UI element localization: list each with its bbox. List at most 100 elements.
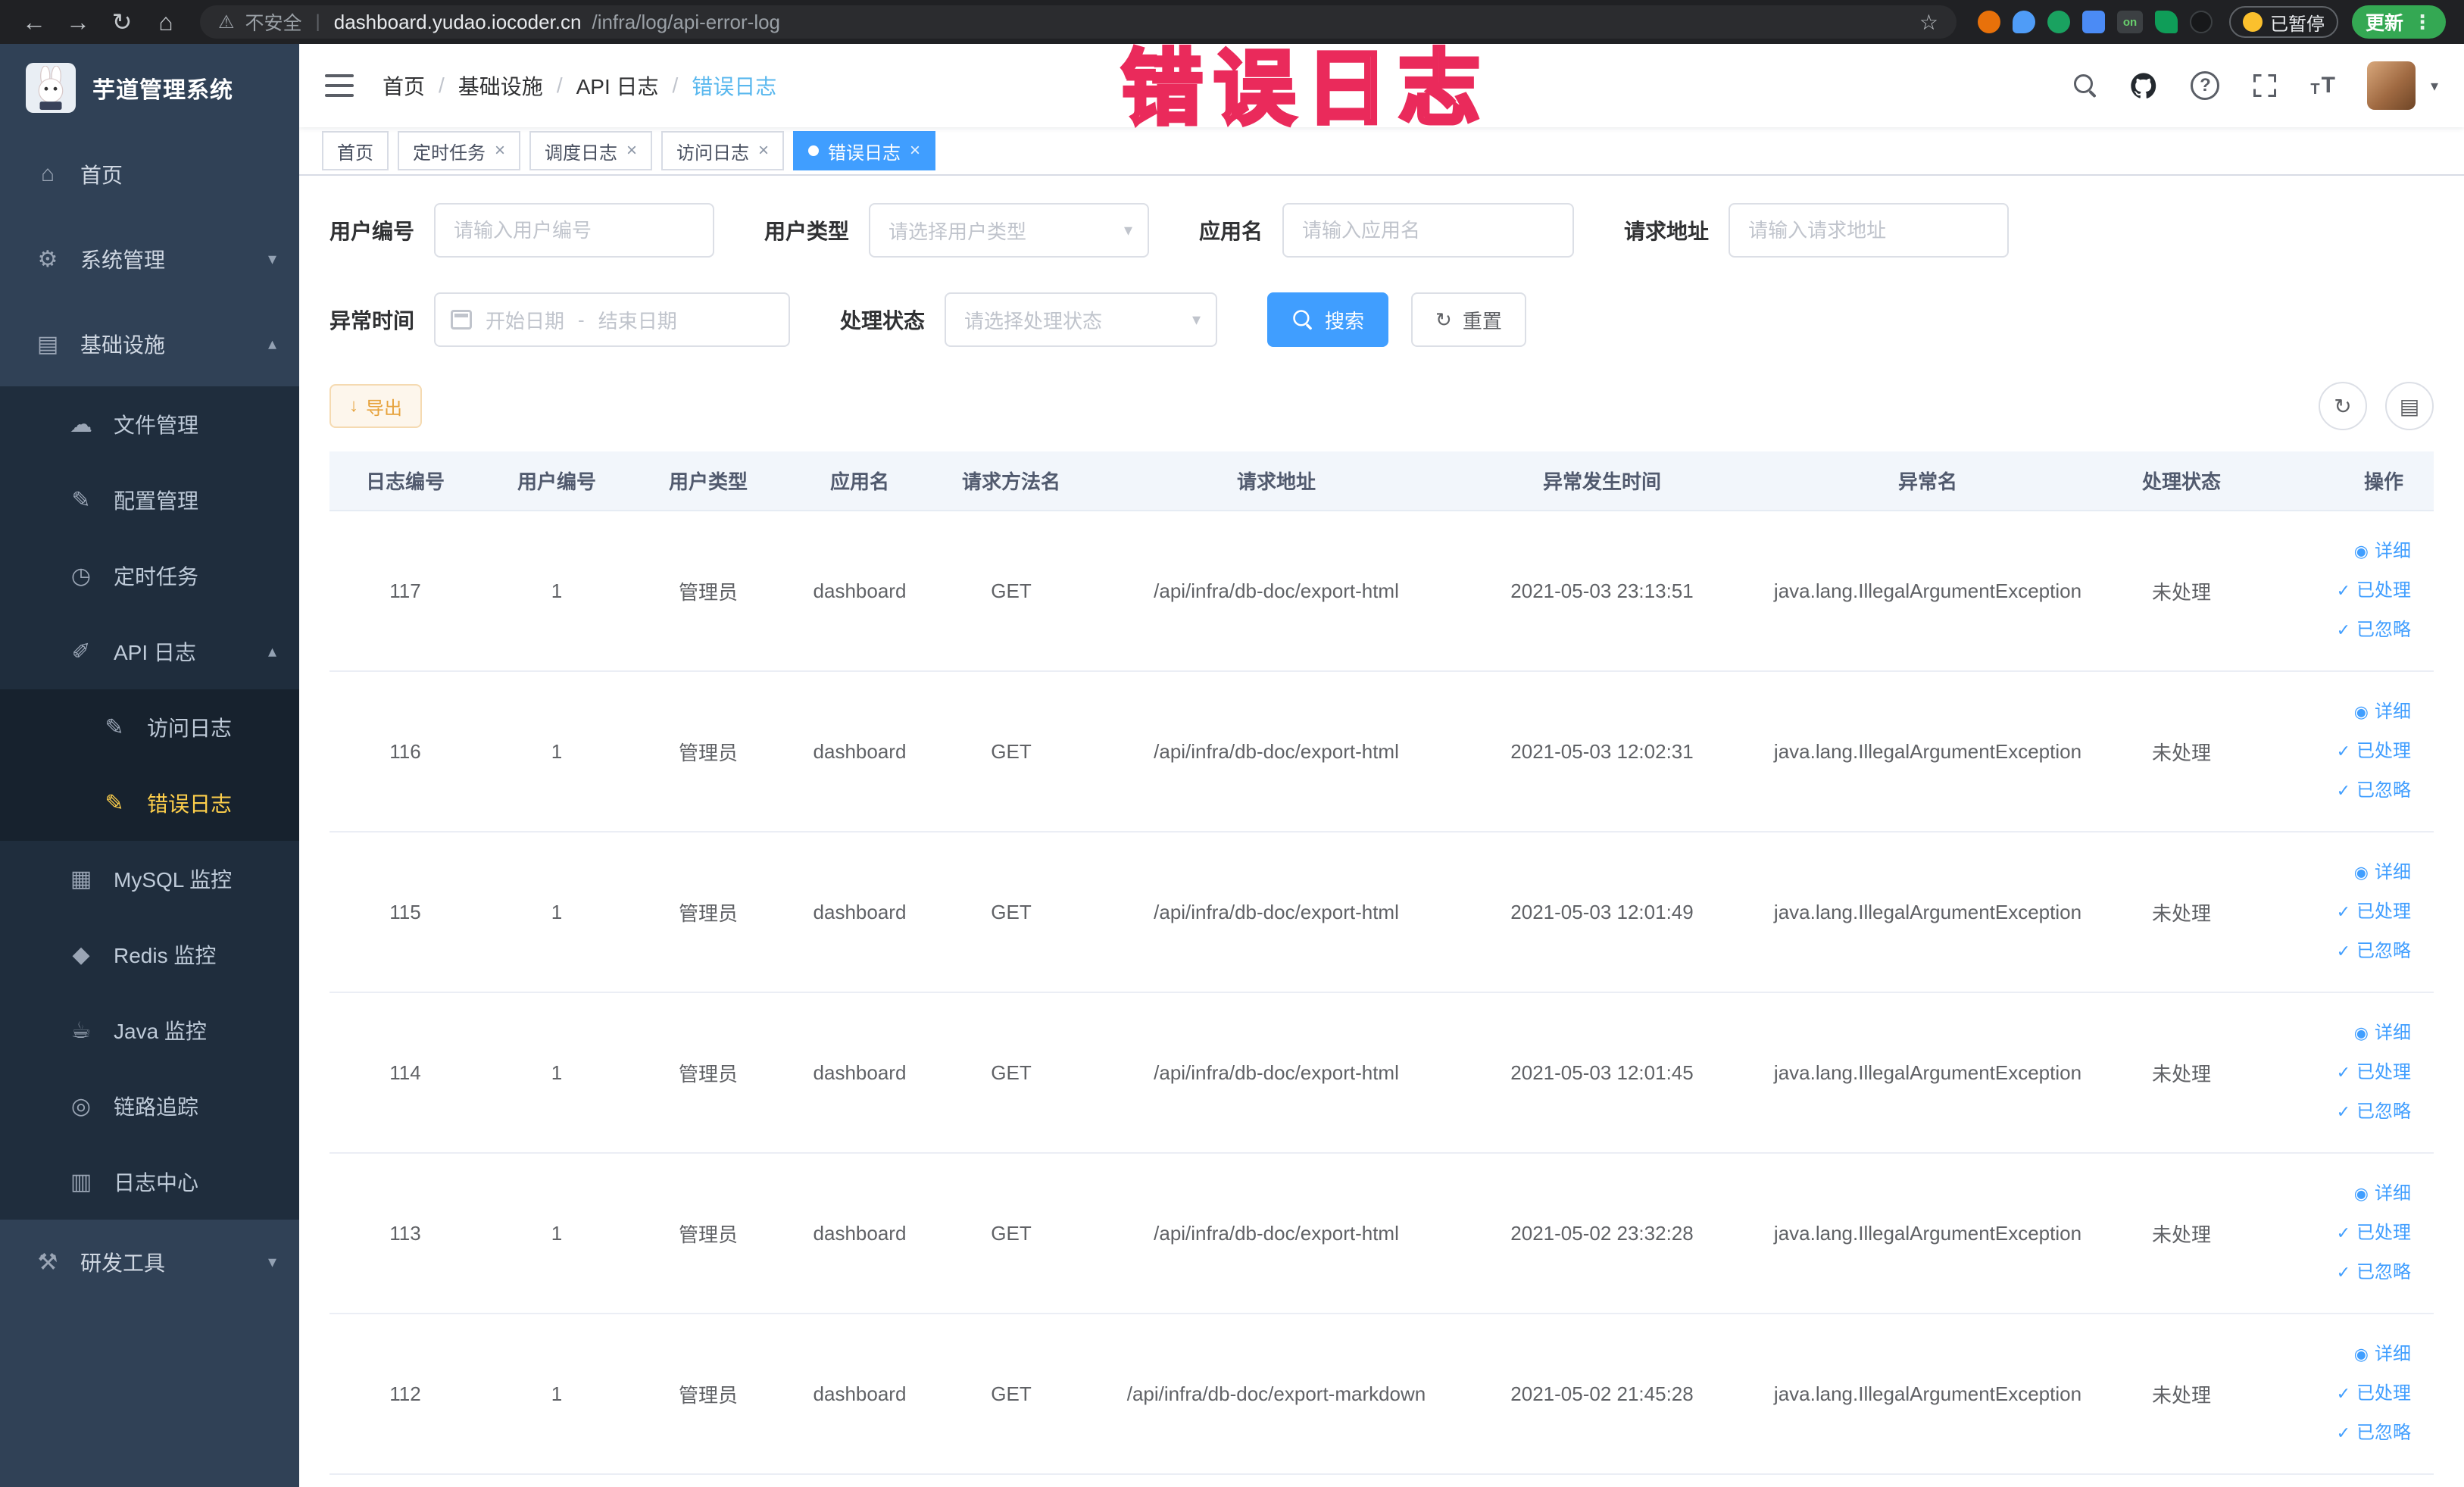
breadcrumb-separator: / <box>439 73 445 97</box>
reset-button[interactable]: ↻ 重置 <box>1411 292 1526 347</box>
ignored-link[interactable]: ✓ 已忽略 <box>2246 1253 2411 1292</box>
sidebar-item-scheduled-tasks[interactable]: ◷ 定时任务 <box>0 538 299 614</box>
browser-back-button[interactable]: ← <box>14 5 55 39</box>
github-icon[interactable] <box>2128 70 2159 101</box>
sidebar-item-label: API 日志 <box>114 641 196 664</box>
close-icon[interactable]: × <box>910 140 920 161</box>
breadcrumb-api-log[interactable]: API 日志 <box>576 70 659 101</box>
check-icon: ✓ <box>2336 942 2350 961</box>
filter-app-name: 应用名 <box>1199 203 1575 258</box>
app-logo[interactable]: 芋道管理系统 <box>0 44 299 132</box>
sidebar-item-redis-monitor[interactable]: ◆ Redis 监控 <box>0 917 299 992</box>
tab-dispatch-log[interactable]: 调度日志 × <box>529 131 653 170</box>
user-type-cell: 管理员 <box>632 671 784 833</box>
sidebar-item-mysql-monitor[interactable]: ▦ MySQL 监控 <box>0 841 299 917</box>
browser-update-button[interactable]: 更新 ⋮ <box>2351 5 2446 39</box>
processed-link[interactable]: ✓ 已处理 <box>2246 1214 2411 1253</box>
extension-blue-drop-icon[interactable] <box>2012 11 2035 33</box>
ignored-link[interactable]: ✓ 已忽略 <box>2246 611 2411 650</box>
detail-link[interactable]: ◉ 详细 <box>2246 532 2411 571</box>
tab-label: 首页 <box>337 142 373 164</box>
fullscreen-icon[interactable] <box>2251 72 2278 99</box>
filter-request-url: 请求地址 <box>1624 203 2010 258</box>
refresh-table-button[interactable]: ↻ <box>2319 382 2367 430</box>
help-icon[interactable]: ? <box>2191 71 2220 100</box>
detail-link[interactable]: ◉ 详细 <box>2246 1174 2411 1214</box>
app-name-input[interactable] <box>1282 203 1575 258</box>
paused-badge[interactable]: 已暂停 <box>2228 6 2338 38</box>
detail-link[interactable]: ◉ 详细 <box>2246 692 2411 732</box>
user-id-input[interactable] <box>434 203 715 258</box>
browser-reload-button[interactable]: ↻ <box>101 5 142 39</box>
error-log-table: 日志编号 用户编号 用户类型 应用名 请求方法名 请求地址 异常发生时间 异常名… <box>329 451 2434 1475</box>
processed-link[interactable]: ✓ 已处理 <box>2246 571 2411 611</box>
browser-menu-icon[interactable]: ⋮ <box>2412 11 2432 34</box>
breadcrumb-home[interactable]: 首页 <box>383 70 425 101</box>
search-button[interactable]: 搜索 <box>1267 292 1389 347</box>
sidebar-item-access-log[interactable]: ✎ 访问日志 <box>0 689 299 765</box>
ignored-link[interactable]: ✓ 已忽略 <box>2246 1414 2411 1453</box>
column-settings-button[interactable]: ▤ <box>2385 382 2434 430</box>
log-center-icon: ▥ <box>70 1169 92 1195</box>
request-url-input[interactable] <box>1729 203 2010 258</box>
exception-time-range-picker[interactable]: 开始日期 - 结束日期 <box>434 292 791 347</box>
sidebar-item-file-management[interactable]: ☁ 文件管理 <box>0 386 299 462</box>
tab-scheduled-tasks[interactable]: 定时任务 × <box>398 131 521 170</box>
extension-blue-grid-icon[interactable] <box>2081 11 2105 33</box>
user-type-select[interactable]: 请选择用户类型 ▾ <box>869 203 1150 258</box>
tab-home[interactable]: 首页 <box>322 131 389 170</box>
close-icon[interactable]: × <box>758 140 769 161</box>
sidebar-item-infrastructure[interactable]: ▤ 基础设施 ▴ <box>0 301 299 386</box>
tab-error-log[interactable]: 错误日志 × <box>793 131 936 170</box>
ignored-link[interactable]: ✓ 已忽略 <box>2246 932 2411 971</box>
breadcrumb-infrastructure[interactable]: 基础设施 <box>458 70 543 101</box>
processed-link[interactable]: ✓ 已处理 <box>2246 1374 2411 1414</box>
sidebar-item-home[interactable]: ⌂ 首页 <box>0 132 299 217</box>
sidebar-item-log-center[interactable]: ▥ 日志中心 <box>0 1144 299 1220</box>
check-icon: ✓ <box>2336 742 2350 761</box>
font-size-icon[interactable]: TT <box>2310 73 2335 98</box>
ignored-link[interactable]: ✓ 已忽略 <box>2246 771 2411 811</box>
detail-link[interactable]: ◉ 详细 <box>2246 1014 2411 1053</box>
sidebar-item-error-log[interactable]: ✎ 错误日志 <box>0 765 299 841</box>
processed-link[interactable]: ✓ 已处理 <box>2246 732 2411 771</box>
sidebar-item-api-log[interactable]: ✐ API 日志 ▴ <box>0 614 299 689</box>
sidebar-item-dev-tools[interactable]: ⚒ 研发工具 ▾ <box>0 1220 299 1304</box>
extension-paw-icon[interactable] <box>2189 11 2213 33</box>
check-icon: ✓ <box>2336 1384 2350 1403</box>
processed-link[interactable]: ✓ 已处理 <box>2246 1053 2411 1092</box>
user-avatar[interactable] <box>2366 61 2416 110</box>
eye-icon: ◉ <box>2353 1345 2369 1364</box>
export-button[interactable]: ↓ 导出 <box>329 384 422 428</box>
extension-sprout-icon[interactable] <box>2154 11 2178 33</box>
extension-green-icon[interactable] <box>2047 11 2070 33</box>
sidebar-item-label: Java 监控 <box>114 1020 207 1043</box>
search-icon[interactable] <box>2074 74 2097 97</box>
tab-access-log[interactable]: 访问日志 × <box>661 131 785 170</box>
address-bar[interactable]: ⚠ 不安全 | dashboard.yudao.iocoder.cn/infra… <box>200 5 1957 39</box>
sidebar-toggle-icon[interactable] <box>325 74 354 97</box>
refresh-icon: ↻ <box>2334 394 2352 418</box>
col-user-type: 用户类型 <box>632 451 784 511</box>
processed-link[interactable]: ✓ 已处理 <box>2246 892 2411 932</box>
browser-home-button[interactable]: ⌂ <box>145 5 186 39</box>
extension-orange-icon[interactable] <box>1977 11 2000 33</box>
sidebar-item-system-management[interactable]: ⚙ 系统管理 ▾ <box>0 217 299 301</box>
timer-icon: ◷ <box>70 563 92 589</box>
avatar-caret-down-icon[interactable]: ▾ <box>2431 77 2438 95</box>
exception-cell: java.lang.IllegalArgumentException <box>1738 511 2117 672</box>
sidebar-item-trace[interactable]: ◎ 链路追踪 <box>0 1068 299 1144</box>
ignored-link[interactable]: ✓ 已忽略 <box>2246 1092 2411 1132</box>
close-icon[interactable]: × <box>626 140 637 161</box>
detail-link[interactable]: ◉ 详细 <box>2246 1335 2411 1374</box>
browser-forward-button[interactable]: → <box>58 5 98 39</box>
process-status-select[interactable]: 请选择处理状态 ▾ <box>945 292 1218 347</box>
user-id-cell: 1 <box>481 671 632 833</box>
close-icon[interactable]: × <box>495 140 505 161</box>
detail-link[interactable]: ◉ 详细 <box>2246 853 2411 892</box>
sidebar-item-java-monitor[interactable]: ☕ Java 监控 <box>0 992 299 1068</box>
sidebar-item-config-management[interactable]: ✎ 配置管理 <box>0 462 299 538</box>
bookmark-star-icon[interactable]: ☆ <box>1919 10 1938 35</box>
breadcrumb-separator: / <box>556 73 563 97</box>
extension-on-badge-icon[interactable]: on <box>2116 11 2143 33</box>
